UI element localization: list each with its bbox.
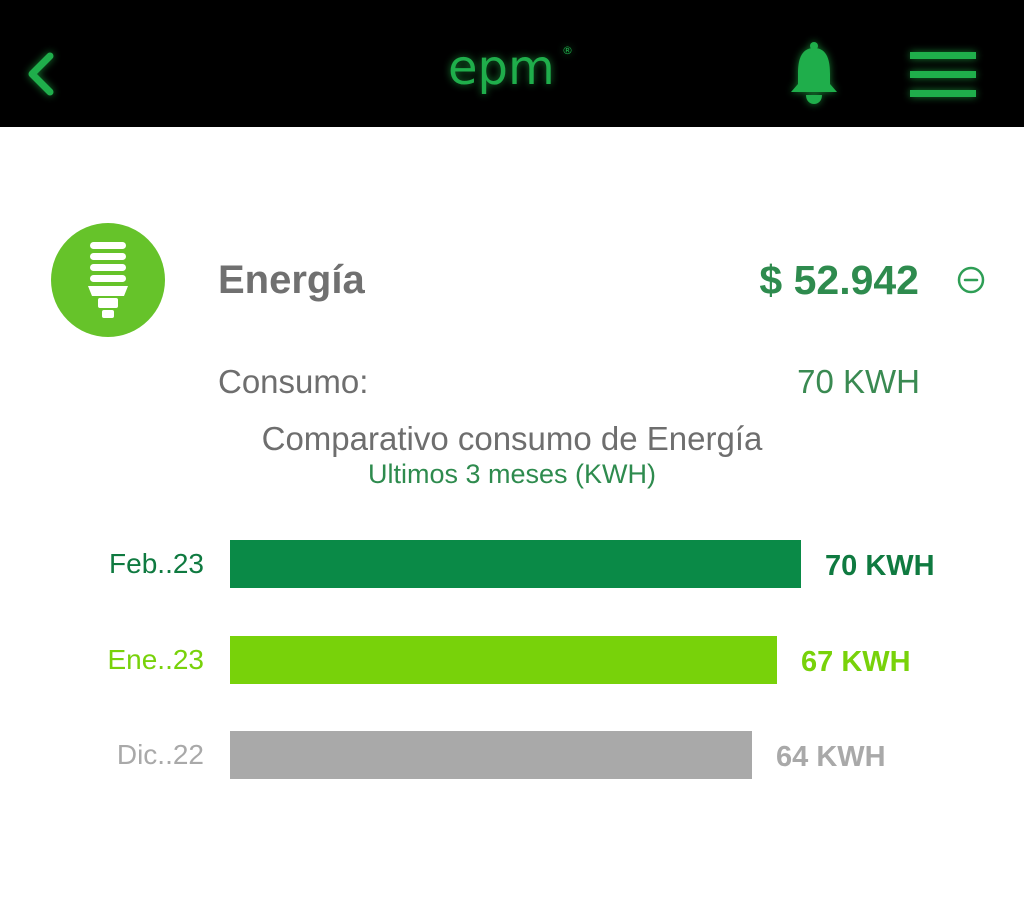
hamburger-menu-icon bbox=[910, 52, 976, 97]
chevron-left-icon bbox=[28, 52, 54, 96]
minus-circle-icon bbox=[957, 266, 985, 294]
bar-row: Ene..23 67 KWH bbox=[0, 636, 1024, 684]
bar bbox=[230, 540, 801, 588]
bar-category-label: Dic..22 bbox=[116, 739, 204, 770]
consumption-label: Consumo: bbox=[218, 363, 369, 400]
bar-category-label: Feb..23 bbox=[109, 548, 204, 579]
epm-logo: epm ® bbox=[444, 40, 580, 110]
logo-text: epm bbox=[448, 40, 555, 96]
registered-mark: ® bbox=[562, 44, 573, 57]
menu-button[interactable] bbox=[906, 50, 980, 100]
bar bbox=[230, 731, 752, 779]
bar-category-label: Ene..23 bbox=[107, 644, 204, 675]
back-button[interactable] bbox=[20, 48, 68, 100]
service-title: Energía bbox=[218, 258, 365, 302]
bar-value-label: 70 KWH bbox=[825, 550, 935, 582]
bar bbox=[230, 636, 777, 684]
bar-value-label: 64 KWH bbox=[776, 741, 886, 773]
chart-title: Comparativo consumo de Energía bbox=[261, 420, 763, 457]
bar-row: Dic..22 64 KWH bbox=[0, 731, 1024, 779]
bell-icon bbox=[791, 42, 837, 104]
service-amount: $ 52.942 bbox=[759, 257, 919, 303]
top-navigation-bar: epm ® bbox=[0, 0, 1024, 127]
bar-row: Feb..23 70 KWH bbox=[0, 540, 1024, 588]
energy-service-icon bbox=[50, 222, 166, 338]
collapse-button[interactable] bbox=[955, 264, 987, 296]
chart-subtitle: Ultimos 3 meses (KWH) bbox=[367, 459, 657, 489]
lightbulb-icon bbox=[51, 223, 165, 337]
notifications-button[interactable] bbox=[786, 40, 842, 106]
bar-value-label: 67 KWH bbox=[801, 646, 911, 678]
consumption-value: 70 KWH bbox=[797, 363, 920, 400]
